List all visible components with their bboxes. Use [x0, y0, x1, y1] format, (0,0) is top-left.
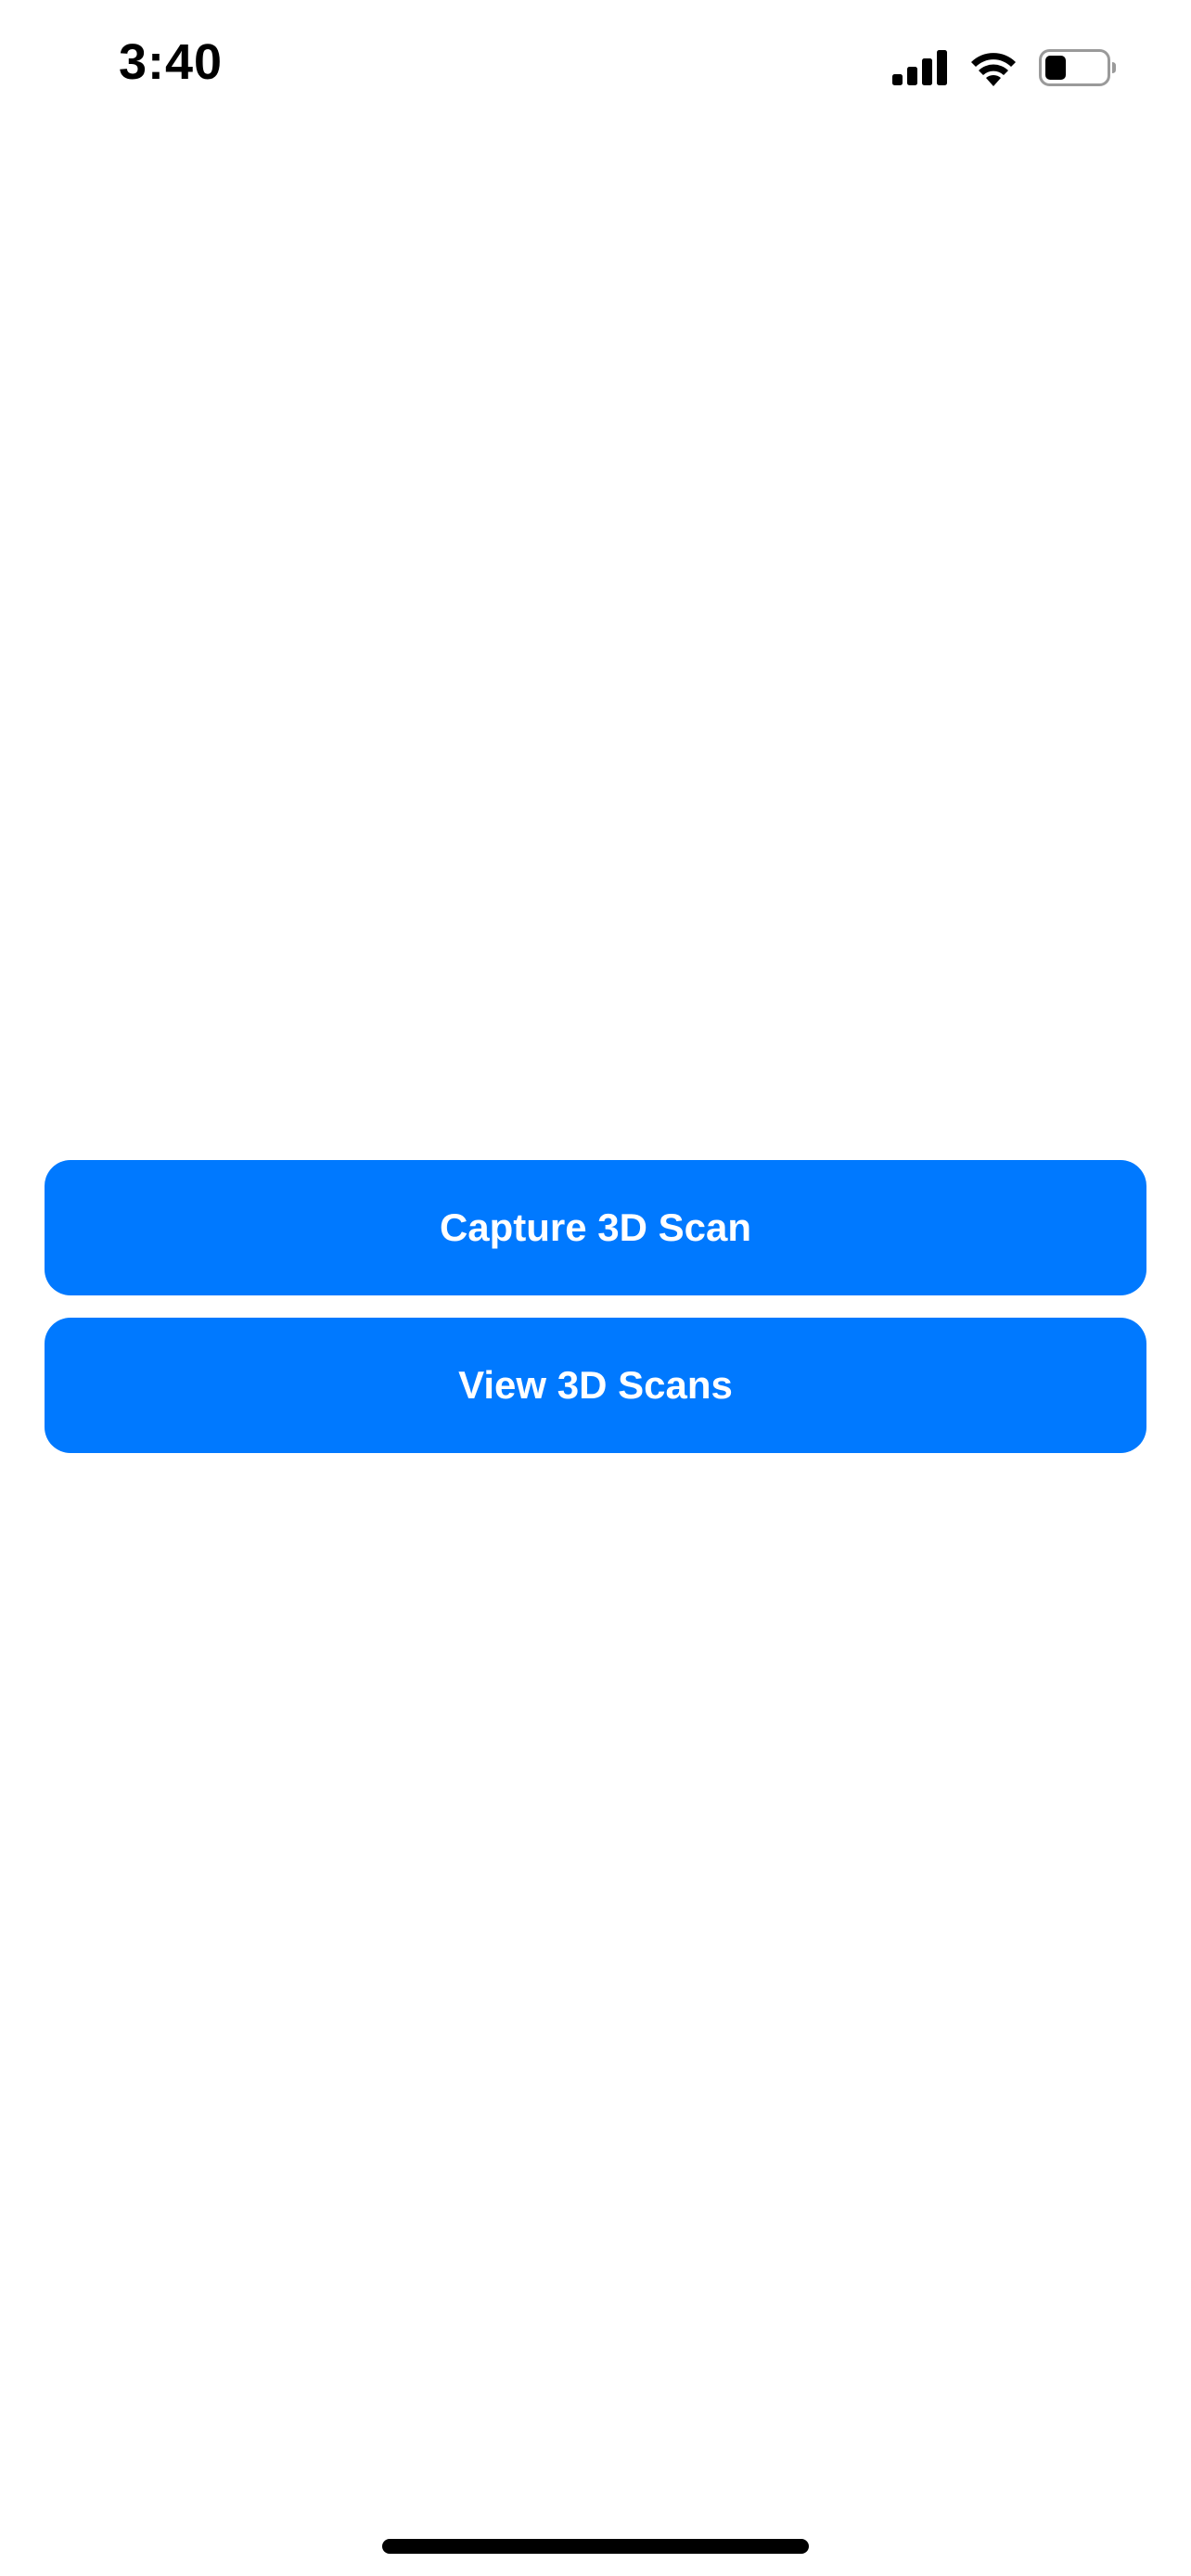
cellular-signal-icon — [892, 50, 948, 85]
home-indicator[interactable] — [382, 2539, 809, 2554]
status-icons — [892, 46, 1117, 89]
capture-3d-scan-button[interactable]: Capture 3D Scan — [45, 1160, 1146, 1295]
main-actions: Capture 3D Scan View 3D Scans — [45, 1160, 1146, 1453]
status-time: 3:40 — [119, 34, 224, 90]
view-3d-scans-button[interactable]: View 3D Scans — [45, 1318, 1146, 1453]
status-bar: 3:40 — [0, 0, 1191, 130]
battery-icon — [1039, 49, 1117, 86]
wifi-icon — [968, 49, 1018, 86]
